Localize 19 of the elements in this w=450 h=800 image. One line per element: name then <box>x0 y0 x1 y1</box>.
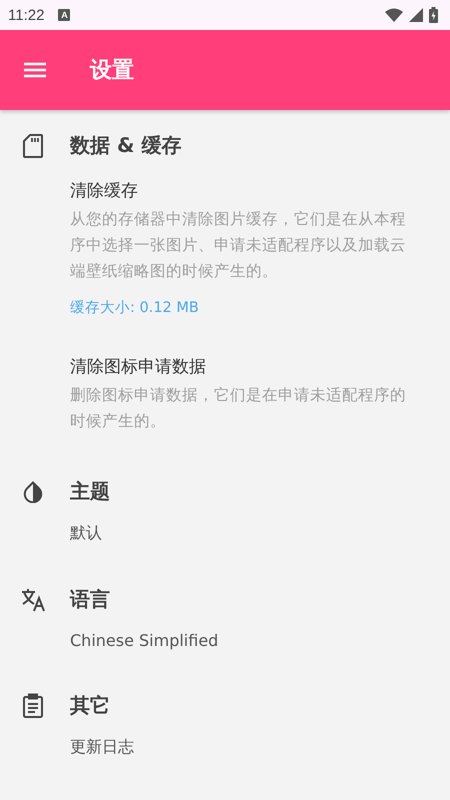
sd-card-icon <box>22 134 42 158</box>
status-time: 11:22 <box>8 6 44 24</box>
notification-icon: A <box>58 9 70 21</box>
setting-item[interactable]: 更新日志 <box>70 723 450 778</box>
contrast-drop-icon <box>22 480 42 502</box>
clipboard-icon <box>22 692 44 718</box>
battery-icon <box>429 7 438 23</box>
setting-item[interactable]: 默认 <box>70 509 450 564</box>
signal-icon <box>409 8 423 22</box>
section-title: 其它 <box>70 692 111 719</box>
translate-icon <box>20 586 46 612</box>
setting-item[interactable]: 清除缓存 从您的存储器中清除图片缓存，它们是在从本程序中选择一张图片、申请未适配程序以及加载云端壁纸缩略图的时候产生的。 缓存大小: 0.12 MB <box>70 163 450 339</box>
setting-item[interactable]: Chinese Simplified <box>70 617 450 670</box>
page-title: 设置 <box>90 57 134 85</box>
section-title: 主题 <box>70 478 111 505</box>
section-title: 数据 & 缓存 <box>70 132 182 159</box>
setting-item[interactable]: 清除图标申请数据 删除图标申请数据，它们是在申请未适配程序的时候产生的。 <box>70 339 450 456</box>
wifi-icon <box>385 8 403 22</box>
section-title: 语言 <box>70 586 111 613</box>
